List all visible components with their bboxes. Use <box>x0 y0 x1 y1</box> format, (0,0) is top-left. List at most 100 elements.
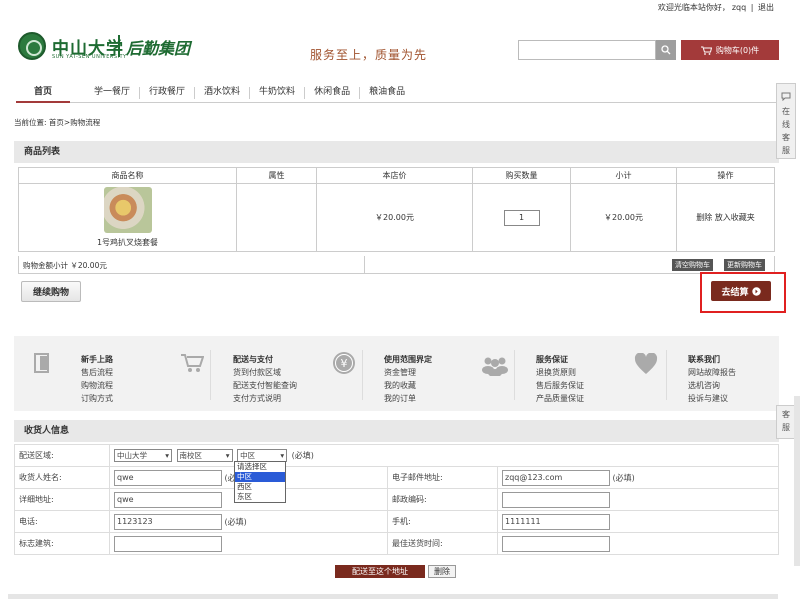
logo-divider <box>118 35 120 57</box>
mobile-field[interactable]: 1111111 <box>502 513 610 530</box>
door-icon <box>34 353 50 378</box>
search-icon <box>661 45 671 55</box>
chevron-down-icon: ▾ <box>280 451 285 460</box>
info-col-guarantee: 服务保证 退换货原则 售后服务保证 产品质量保证 <box>536 336 584 404</box>
float-tab-char: 服 <box>782 146 790 155</box>
name-field[interactable]: qwe <box>114 469 222 486</box>
product-price: ￥20.00元 <box>316 183 473 252</box>
info-link[interactable]: 配送支付智能查询 <box>233 380 297 391</box>
nav-item-snacks[interactable]: 休闲食品 <box>305 87 361 99</box>
receiver-form: 配送区域: 中山大学 ▾ 南校区 ▾ 中区 ▾ (必填) 收货人姓名: qwe (必填… <box>14 444 779 555</box>
info-link[interactable]: 我的收藏 <box>384 380 432 391</box>
divider <box>362 350 363 400</box>
district-dropdown-list: 请选择区 中区 西区 东区 <box>234 461 286 503</box>
info-title: 配送与支付 <box>233 355 273 364</box>
dropdown-option[interactable]: 请选择区 <box>235 462 285 472</box>
product-name[interactable]: 1号鸡扒叉烧套餐 <box>19 237 236 248</box>
col-subtotal: 小计 <box>570 167 677 184</box>
dropdown-option[interactable]: 东区 <box>235 492 285 502</box>
info-link[interactable]: 售后流程 <box>81 367 113 378</box>
info-col-contact: 联系我们 网站故障报告 选机咨询 投诉与建议 <box>688 336 736 404</box>
region-label: 配送区域: <box>14 444 110 467</box>
chat-icon <box>781 92 791 102</box>
quantity-input[interactable]: 1 <box>503 209 540 226</box>
site-logo[interactable]: 中山大学 SUN YAT-SEN UNIVERSITY 后勤集团 <box>18 32 218 66</box>
nav-item-grain-oil[interactable]: 粮油食品 <box>360 87 414 99</box>
top-bar: 欢迎光临本站你好， zqq | 退出 <box>0 0 800 14</box>
info-strip: 新手上路 售后流程 购物流程 订购方式 配送与支付 货到付款区域 配送支付智能查… <box>14 336 779 411</box>
nav-item-canteen-1[interactable]: 学一餐厅 <box>70 87 141 99</box>
info-link[interactable]: 网站故障报告 <box>688 367 736 378</box>
info-link[interactable]: 购物流程 <box>81 380 113 391</box>
required-note: (必填) <box>291 451 314 460</box>
receiver-section-header: 收货人信息 <box>14 420 779 442</box>
table-row: 1号鸡扒叉烧套餐 ￥20.00元 1 ￥20.00元 删除 放入收藏夹 <box>18 183 775 252</box>
address-label: 详细地址: <box>14 488 110 511</box>
landmark-label: 标志建筑: <box>14 532 110 555</box>
email-label: 电子邮件地址: <box>387 466 498 489</box>
info-link[interactable]: 投诉与建议 <box>688 393 736 404</box>
search-button[interactable] <box>656 40 676 60</box>
logout-link[interactable]: 退出 <box>758 3 774 12</box>
required-note: (必填) <box>224 517 247 526</box>
float-tab-char: 服 <box>782 423 790 432</box>
info-link[interactable]: 产品质量保证 <box>536 393 584 404</box>
dropdown-option[interactable]: 西区 <box>235 482 285 492</box>
info-title: 使用范围界定 <box>384 355 432 364</box>
address-field[interactable]: qwe <box>114 491 222 508</box>
info-link[interactable]: 退换货原则 <box>536 367 584 378</box>
delete-address-button[interactable]: 删除 <box>428 565 456 578</box>
service-tab[interactable]: 客 服 <box>776 405 796 439</box>
info-col-delivery: 配送与支付 货到付款区域 配送支付智能查询 支付方式说明 <box>233 336 297 404</box>
zip-label: 邮政编码: <box>387 488 498 511</box>
nav-item-milk[interactable]: 牛奶饮料 <box>250 87 306 99</box>
info-col-scope: 使用范围界定 资金管理 我的收藏 我的订单 <box>384 336 432 404</box>
col-actions: 操作 <box>676 167 775 184</box>
update-cart-button[interactable]: 更新购物车 <box>724 259 765 271</box>
nav-item-home[interactable]: 首页 <box>16 84 70 103</box>
delivery-time-label: 最佳送货时间: <box>387 532 498 555</box>
info-link[interactable]: 售后服务保证 <box>536 380 584 391</box>
dropdown-option-selected[interactable]: 中区 <box>235 472 285 482</box>
arrow-right-icon <box>751 286 761 296</box>
cart-button-label: 购物车(0)件 <box>715 45 760 55</box>
product-image[interactable] <box>103 187 152 233</box>
horizontal-scrollbar[interactable] <box>8 594 778 599</box>
nav-item-admin-canteen[interactable]: 行政餐厅 <box>140 87 196 99</box>
phone-field[interactable]: 1123123 <box>114 513 222 530</box>
row-actions[interactable]: 删除 放入收藏夹 <box>676 183 775 252</box>
info-link[interactable]: 货到付款区域 <box>233 367 297 378</box>
vertical-scrollbar[interactable] <box>794 396 800 566</box>
email-field[interactable]: zqq@123.com <box>502 469 610 486</box>
float-tab-char: 线 <box>782 120 790 129</box>
continue-shopping-button[interactable]: 继续购物 <box>21 281 81 302</box>
info-title: 服务保证 <box>536 355 568 364</box>
cart-total: 购物金额小计 ￥20.00元 <box>23 261 107 270</box>
deliver-to-address-button[interactable]: 配送至这个地址 <box>335 565 425 578</box>
info-link[interactable]: 支付方式说明 <box>233 393 297 404</box>
info-link[interactable]: 资金管理 <box>384 367 432 378</box>
cart-icon <box>700 46 712 55</box>
search-input[interactable] <box>518 40 656 60</box>
checkout-button[interactable]: 去结算 <box>711 281 771 301</box>
breadcrumb: 当前位置: 首页>购物流程 <box>14 118 101 127</box>
info-link[interactable]: 选机咨询 <box>688 380 736 391</box>
col-attr: 属性 <box>236 167 317 184</box>
divider <box>514 350 515 400</box>
delivery-time-field[interactable] <box>502 535 610 552</box>
users-icon <box>480 354 510 381</box>
required-note: (必填) <box>612 473 635 482</box>
cart-button[interactable]: 购物车(0)件 <box>681 40 779 60</box>
nav-item-drinks[interactable]: 酒水饮料 <box>195 87 251 99</box>
select-value: 中山大学 <box>117 451 147 460</box>
username-link[interactable]: zqq <box>732 3 746 12</box>
landmark-field[interactable] <box>114 535 222 552</box>
online-service-tab[interactable]: 在 线 客 服 <box>776 83 796 159</box>
info-link[interactable]: 我的订单 <box>384 393 432 404</box>
region-select-campus[interactable]: 中山大学 ▾ <box>114 449 172 462</box>
info-link[interactable]: 订购方式 <box>81 393 113 404</box>
cart-total-row: 购物金额小计 ￥20.00元 清空购物车 更新购物车 <box>18 256 775 274</box>
zip-field[interactable] <box>502 491 610 508</box>
clear-cart-button[interactable]: 清空购物车 <box>672 259 713 271</box>
region-select-school[interactable]: 南校区 ▾ <box>176 449 233 462</box>
